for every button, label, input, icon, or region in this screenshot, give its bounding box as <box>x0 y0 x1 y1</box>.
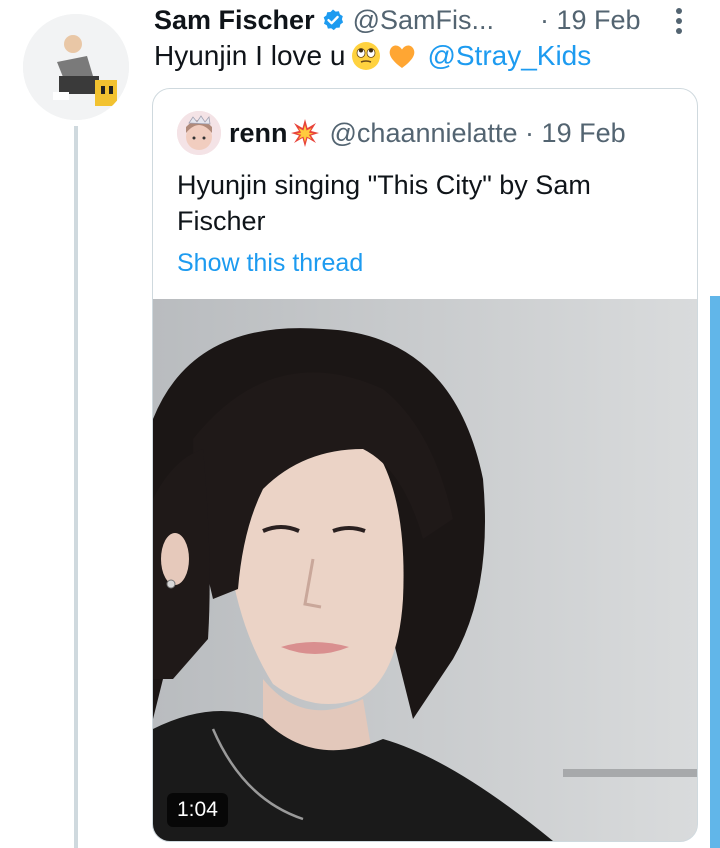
show-thread-link[interactable]: Show this thread <box>177 249 363 278</box>
quote-author-avatar[interactable] <box>177 111 221 155</box>
mention-link[interactable]: @Stray_Kids <box>427 40 591 72</box>
tweet-body: Hyunjin I love u <box>154 40 346 71</box>
quote-author-name[interactable]: renn <box>229 118 288 149</box>
tweet-header: Sam Fischer @SamFis... · 19 Feb <box>154 2 714 38</box>
quote-text: Hyunjin singing "This City" by Sam Fisch… <box>177 170 591 236</box>
tweet-text: Hyunjin I love u @Stray_Kids <box>154 40 591 72</box>
quoted-tweet-card[interactable]: renn @chaannielatte · 19 Feb Hyunjin sin… <box>152 88 698 842</box>
scroll-indicator[interactable] <box>710 296 720 848</box>
tweet-time[interactable]: · 19 Feb <box>540 5 641 36</box>
rolling-eyes-emoji-icon <box>352 42 381 70</box>
video-player[interactable]: 1:04 <box>153 299 697 841</box>
quote-header: renn @chaannielatte · 19 Feb <box>177 107 626 159</box>
author-name[interactable]: Sam Fischer <box>154 5 315 36</box>
quote-avatar-image <box>177 111 221 155</box>
author-handle[interactable]: @SamFis... <box>353 5 494 36</box>
video-duration-badge: 1:04 <box>167 793 228 827</box>
verified-badge-icon <box>323 9 343 31</box>
collision-emoji-icon <box>290 119 319 147</box>
avatar-image <box>23 14 129 120</box>
orange-heart-emoji-icon <box>390 45 415 68</box>
video-thumbnail <box>153 299 697 841</box>
quote-author-handle[interactable]: @chaannielatte · 19 Feb <box>330 118 626 149</box>
thread-line <box>74 126 78 848</box>
author-avatar[interactable] <box>23 14 129 120</box>
more-options-icon[interactable] <box>674 6 684 36</box>
